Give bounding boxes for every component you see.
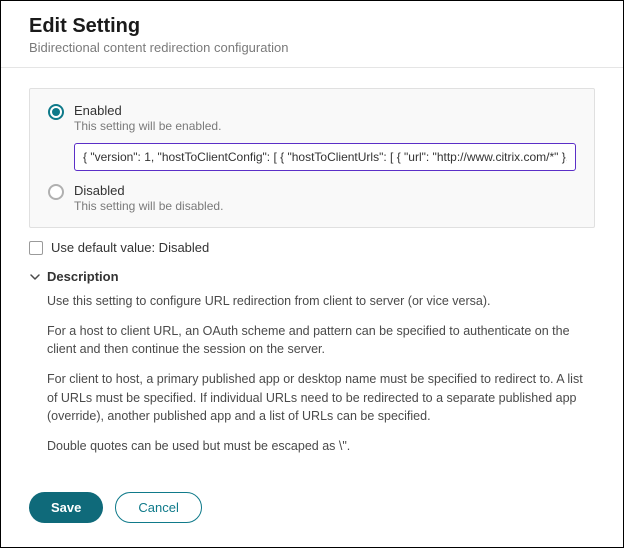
radio-label: Enabled — [74, 103, 221, 118]
radio-desc: This setting will be disabled. — [74, 199, 223, 213]
use-default-checkbox-row[interactable]: Use default value: Disabled — [29, 240, 595, 255]
description-heading: Description — [47, 269, 119, 284]
radio-option-enabled[interactable]: Enabled This setting will be enabled. — [48, 103, 576, 133]
save-button[interactable]: Save — [29, 492, 103, 523]
description-paragraph: Use this setting to configure URL redire… — [47, 292, 595, 310]
dialog-content: Enabled This setting will be enabled. Di… — [1, 68, 623, 478]
cancel-button[interactable]: Cancel — [115, 492, 201, 523]
dialog-title: Edit Setting — [29, 15, 595, 38]
dialog-subtitle: Bidirectional content redirection config… — [29, 40, 595, 55]
description-paragraph: Double quotes can be used but must be es… — [47, 437, 595, 455]
description-paragraph: For a host to client URL, an OAuth schem… — [47, 322, 595, 358]
use-default-label: Use default value: Disabled — [51, 240, 209, 255]
description-paragraph: For client to host, a primary published … — [47, 370, 595, 424]
dialog-header: Edit Setting Bidirectional content redir… — [1, 1, 623, 68]
checkbox-icon — [29, 241, 43, 255]
radio-icon — [48, 184, 64, 200]
radio-option-disabled[interactable]: Disabled This setting will be disabled. — [48, 183, 576, 213]
radio-icon — [48, 104, 64, 120]
radio-label: Disabled — [74, 183, 223, 198]
setting-options-box: Enabled This setting will be enabled. Di… — [29, 88, 595, 228]
chevron-down-icon — [29, 271, 41, 283]
dialog-footer: Save Cancel — [1, 478, 623, 537]
description-body: Use this setting to configure URL redire… — [29, 292, 595, 455]
config-value-input[interactable] — [74, 143, 576, 171]
radio-desc: This setting will be enabled. — [74, 119, 221, 133]
description-toggle[interactable]: Description — [29, 269, 595, 284]
